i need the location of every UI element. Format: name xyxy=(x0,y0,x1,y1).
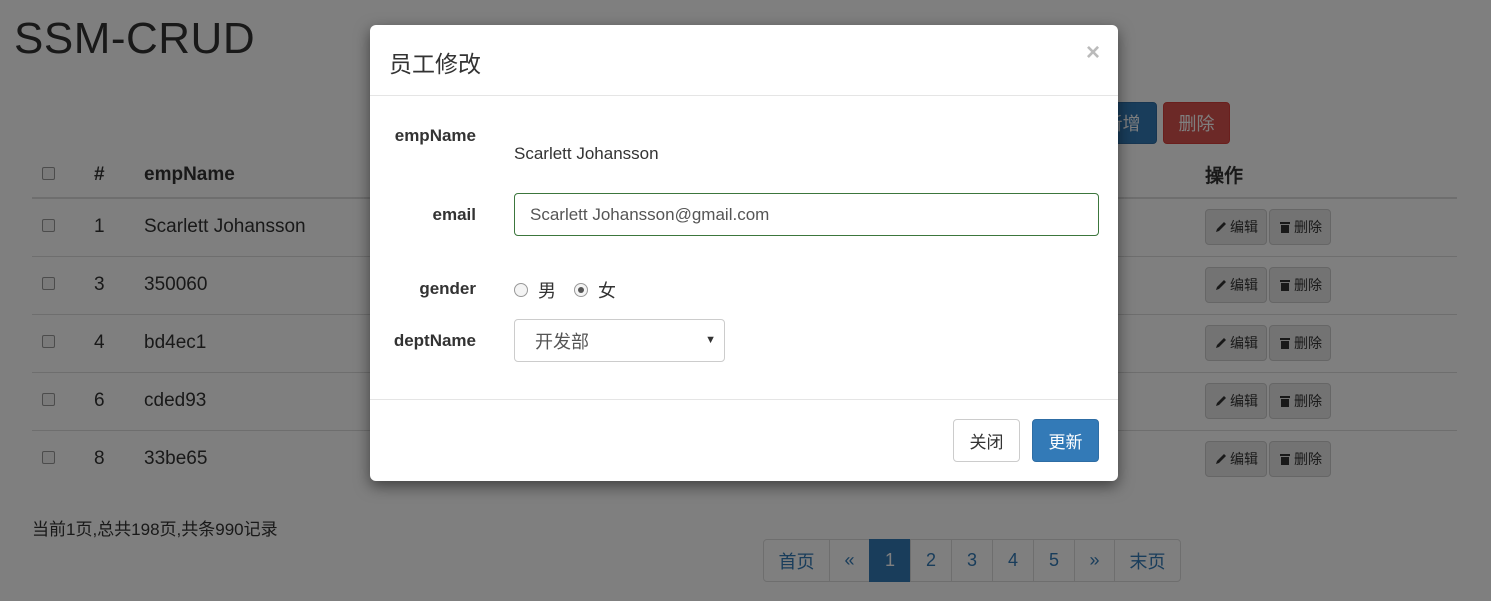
gender-label-female: 女 xyxy=(598,281,616,301)
modal-header: 员工修改 × xyxy=(370,25,1118,96)
caret-down-icon: ▼ xyxy=(705,334,716,346)
emp-name-value: Scarlett Johansson xyxy=(514,144,659,163)
gender-radio-male[interactable] xyxy=(514,283,528,297)
dept-select[interactable]: 开发部 ▼ xyxy=(514,319,725,362)
email-label: email xyxy=(432,205,476,224)
gender-option-female[interactable]: 女 xyxy=(574,277,616,303)
close-icon[interactable]: × xyxy=(1086,39,1100,67)
gender-option-male[interactable]: 男 xyxy=(514,277,556,303)
gender-label-male: 男 xyxy=(538,281,556,301)
close-button[interactable]: 关闭 xyxy=(953,419,1020,462)
update-button[interactable]: 更新 xyxy=(1032,419,1099,462)
gender-radio-group: 男 女 xyxy=(514,277,634,303)
gender-radio-female[interactable] xyxy=(574,283,588,297)
gender-label: gender xyxy=(419,279,476,298)
emp-name-label: empName xyxy=(394,126,476,145)
modal-footer: 关闭 更新 xyxy=(370,400,1118,480)
modal-title: 员工修改 xyxy=(389,51,481,77)
dept-selected-value: 开发部 xyxy=(535,331,589,352)
edit-employee-modal: 员工修改 × empName Scarlett Johansson email … xyxy=(370,25,1118,481)
email-input[interactable] xyxy=(514,193,1099,236)
dept-label: deptName xyxy=(393,331,476,350)
modal-body: empName Scarlett Johansson email gender … xyxy=(370,96,1118,400)
